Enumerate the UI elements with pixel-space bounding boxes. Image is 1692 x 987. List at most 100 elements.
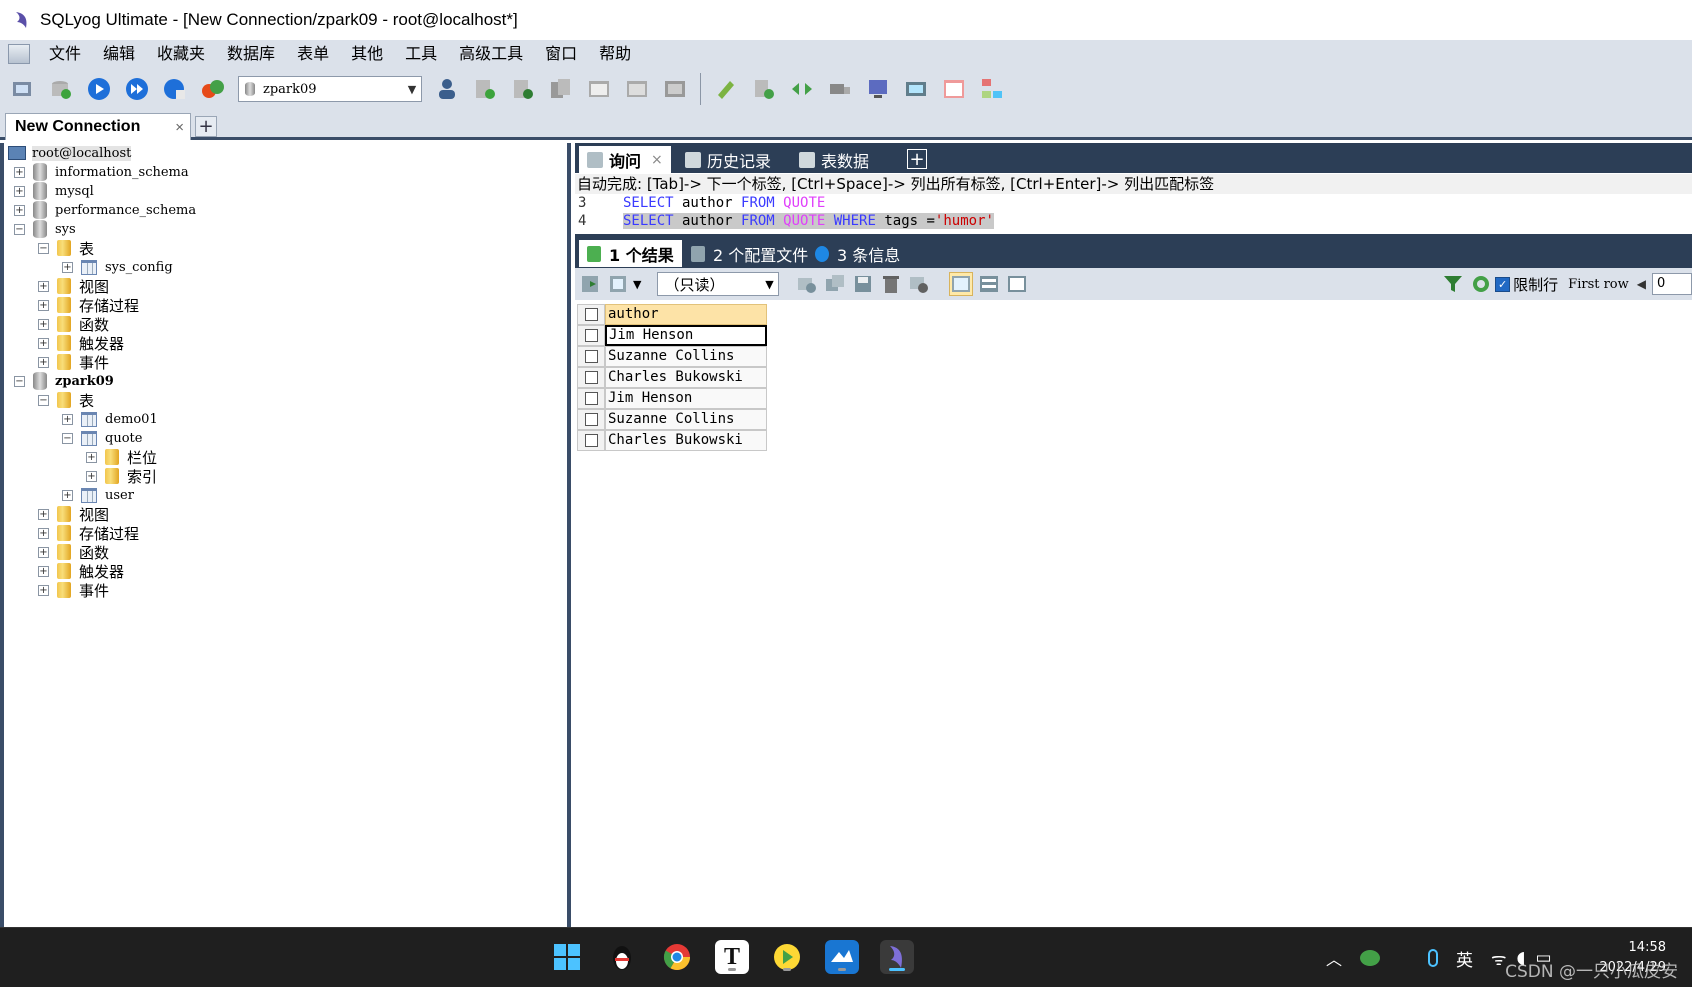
- insert-row-button[interactable]: [795, 272, 819, 296]
- collapse-icon[interactable]: −: [38, 242, 49, 254]
- execute-all-button[interactable]: [122, 74, 152, 104]
- export-button[interactable]: [622, 74, 652, 104]
- menu-other[interactable]: 其他: [340, 40, 394, 68]
- tree-node-zpark09-tables[interactable]: − 表: [38, 390, 94, 410]
- menu-advanced-tools[interactable]: 高级工具: [448, 40, 534, 68]
- expand-icon[interactable]: +: [38, 280, 49, 292]
- previous-page-icon[interactable]: ◀: [1637, 277, 1646, 291]
- result-mode-select[interactable]: （只读） ▼: [657, 272, 780, 296]
- menu-database[interactable]: 数据库: [216, 40, 286, 68]
- tree-node-sys[interactable]: − sys: [14, 219, 76, 239]
- text-view-button[interactable]: [1005, 272, 1029, 296]
- tab-table-data[interactable]: 表数据: [791, 146, 899, 173]
- export-results-button[interactable]: [579, 272, 603, 296]
- tab-new-connection[interactable]: New Connection ×: [5, 113, 191, 140]
- grid-cell[interactable]: Charles Bukowski: [605, 367, 767, 388]
- jobs-button[interactable]: [863, 74, 893, 104]
- taskbar-video-app[interactable]: [770, 940, 804, 974]
- delete-row-button[interactable]: [879, 272, 903, 296]
- taskbar-sqlyog[interactable]: [880, 940, 914, 974]
- grid-cell[interactable]: Suzanne Collins: [605, 346, 767, 367]
- expand-icon[interactable]: +: [38, 356, 49, 368]
- expand-icon[interactable]: +: [14, 166, 25, 178]
- tab-results[interactable]: 1 个结果: [579, 240, 682, 267]
- table-row[interactable]: Jim Henson: [577, 388, 767, 409]
- add-query-tab-button[interactable]: +: [907, 149, 927, 170]
- row-checkbox[interactable]: [577, 346, 605, 367]
- tree-node-sys-tables[interactable]: − 表: [38, 238, 94, 258]
- schema-designer-button[interactable]: [977, 74, 1007, 104]
- tree-node-zpark09-events[interactable]: + 事件: [38, 580, 109, 600]
- tree-node-sys-views[interactable]: + 视图: [38, 276, 109, 296]
- menu-file[interactable]: 文件: [38, 40, 92, 68]
- start-button[interactable]: [550, 940, 584, 974]
- tree-node-sys-functions[interactable]: + 函数: [38, 314, 109, 334]
- tree-node-quote-columns[interactable]: + 栏位: [86, 447, 157, 467]
- collapse-icon[interactable]: −: [14, 223, 25, 235]
- taskbar-chrome[interactable]: [660, 940, 694, 974]
- grid-cell[interactable]: Jim Henson: [605, 325, 767, 346]
- tree-node-zpark09-functions[interactable]: + 函数: [38, 542, 109, 562]
- grid-cell[interactable]: Jim Henson: [605, 388, 767, 409]
- table-diagnostics-button[interactable]: [939, 74, 969, 104]
- copy-results-button[interactable]: [607, 272, 631, 296]
- menu-window[interactable]: 窗口: [534, 40, 588, 68]
- sql-editor[interactable]: 3 SELECT author FROM QUOTE 4 SELECT author…: [575, 194, 1692, 234]
- tree-node-sys-events[interactable]: + 事件: [38, 352, 109, 372]
- table-row[interactable]: Suzanne Collins: [577, 346, 767, 367]
- menu-favorites[interactable]: 收藏夹: [146, 40, 216, 68]
- chevron-up-icon[interactable]: ︿: [1326, 946, 1342, 970]
- tree-node-performance-schema[interactable]: + performance_schema: [14, 200, 196, 220]
- tree-node-zpark09-triggers[interactable]: + 触发器: [38, 561, 124, 581]
- query-builder-button[interactable]: [711, 74, 741, 104]
- menu-help[interactable]: 帮助: [588, 40, 642, 68]
- add-connection-tab-button[interactable]: +: [195, 116, 217, 137]
- expand-icon[interactable]: +: [38, 318, 49, 330]
- expand-icon[interactable]: +: [86, 451, 97, 463]
- save-button[interactable]: [851, 272, 875, 296]
- tree-node-zpark09[interactable]: − zpark09: [14, 371, 114, 391]
- microphone-icon[interactable]: [1428, 949, 1439, 967]
- menu-edit[interactable]: 编辑: [92, 40, 146, 68]
- copy-db-button[interactable]: [546, 74, 576, 104]
- tree-node-mysql[interactable]: + mysql: [14, 181, 94, 201]
- cancel-changes-button[interactable]: [907, 272, 931, 296]
- user-manager-button[interactable]: [432, 74, 462, 104]
- database-select[interactable]: zpark09 ▼: [238, 76, 422, 102]
- row-checkbox[interactable]: [577, 367, 605, 388]
- expand-icon[interactable]: +: [38, 527, 49, 539]
- schema-button[interactable]: [660, 74, 690, 104]
- table-row[interactable]: Jim Henson: [577, 325, 767, 346]
- expand-icon[interactable]: +: [38, 508, 49, 520]
- menu-table[interactable]: 表单: [286, 40, 340, 68]
- backup-button[interactable]: [470, 74, 500, 104]
- tree-node-quote-indexes[interactable]: + 索引: [86, 466, 157, 486]
- app-menu-icon[interactable]: [8, 44, 30, 64]
- row-checkbox[interactable]: [577, 388, 605, 409]
- data-sync-button[interactable]: [787, 74, 817, 104]
- execute-button[interactable]: [84, 74, 114, 104]
- tree-node-zpark09-views[interactable]: + 视图: [38, 504, 109, 524]
- tree-node-demo01[interactable]: + demo01: [62, 409, 158, 429]
- tree-node-zpark09-procedures[interactable]: + 存储过程: [38, 523, 139, 543]
- expand-icon[interactable]: +: [38, 337, 49, 349]
- grid-view-button[interactable]: [949, 272, 974, 296]
- close-icon[interactable]: ×: [175, 119, 184, 136]
- duplicate-row-button[interactable]: [823, 272, 847, 296]
- expand-icon[interactable]: +: [14, 185, 25, 197]
- restore-button[interactable]: [508, 74, 538, 104]
- expand-icon[interactable]: +: [38, 565, 49, 577]
- expand-icon[interactable]: +: [38, 546, 49, 558]
- taskbar-typora[interactable]: T: [715, 940, 749, 974]
- filter-button[interactable]: [1441, 272, 1465, 296]
- close-icon[interactable]: ×: [651, 152, 663, 168]
- wechat-icon[interactable]: [1360, 950, 1381, 966]
- menu-tools[interactable]: 工具: [394, 40, 448, 68]
- ime-indicator[interactable]: 英: [1456, 946, 1473, 971]
- tab-profiles[interactable]: 2 个配置文件: [683, 240, 816, 267]
- tree-node-user[interactable]: + user: [62, 485, 134, 505]
- select-all-checkbox[interactable]: [577, 304, 605, 325]
- form-view-button[interactable]: [977, 272, 1001, 296]
- row-checkbox[interactable]: [577, 409, 605, 430]
- migration-button[interactable]: [825, 74, 855, 104]
